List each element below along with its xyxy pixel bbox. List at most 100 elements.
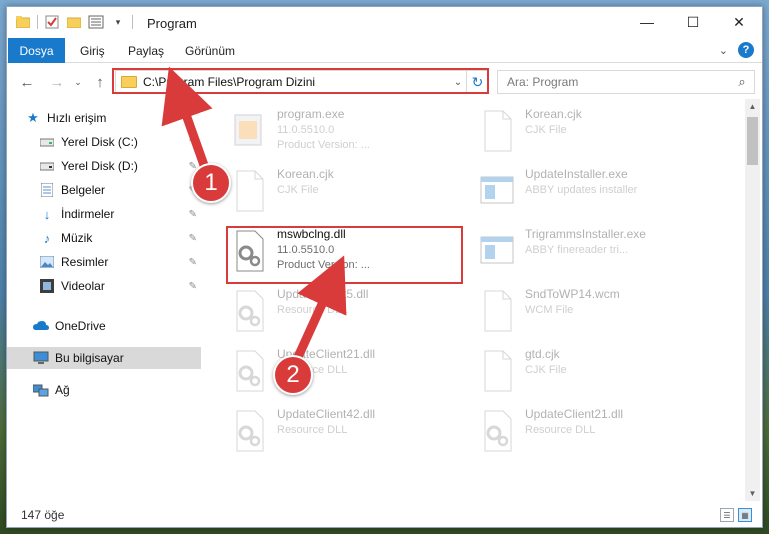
download-icon: ↓ bbox=[43, 206, 51, 222]
installer-icon bbox=[480, 176, 514, 204]
search-input[interactable] bbox=[507, 75, 730, 89]
sidebar-item-label: Belgeler bbox=[61, 183, 106, 197]
tab-file[interactable]: Dosya bbox=[8, 38, 65, 63]
scroll-down-arrow-icon[interactable]: ▼ bbox=[745, 486, 760, 501]
file-item-updateclient42-dll[interactable]: UpdateClient42.dll Resource DLL bbox=[221, 405, 457, 461]
qat-separator-2 bbox=[132, 15, 133, 29]
pin-icon[interactable]: ✎ bbox=[189, 233, 197, 244]
network-icon bbox=[33, 382, 49, 398]
computer-icon bbox=[33, 350, 49, 366]
file-item-korean-cjk[interactable]: Korean.cjk CJK File bbox=[469, 105, 705, 161]
vertical-scrollbar[interactable]: ▲ ▼ bbox=[745, 99, 760, 501]
recent-locations-chevron-icon[interactable]: ⌄ bbox=[67, 71, 89, 93]
sidebar-item-label: Videolar bbox=[61, 279, 105, 293]
sidebar-item-downloads[interactable]: ↓ İndirmeler ✎ bbox=[7, 203, 201, 225]
videos-icon bbox=[39, 278, 55, 294]
pin-icon[interactable]: ✎ bbox=[189, 137, 197, 148]
exe-icon bbox=[234, 114, 262, 146]
sidebar-item-quick-access[interactable]: ★ Hızlı erişim bbox=[7, 107, 201, 129]
dll-gear-icon bbox=[236, 350, 264, 392]
sidebar-item-videos[interactable]: Videolar ✎ bbox=[7, 275, 201, 297]
file-description: Resource DLL bbox=[277, 424, 348, 436]
pin-icon[interactable]: ✎ bbox=[189, 209, 197, 220]
cloud-icon bbox=[33, 318, 49, 334]
file-item-korean-cjk-2[interactable]: Korean.cjk CJK File bbox=[221, 165, 457, 221]
file-item-gtd-cjk[interactable]: gtd.cjk CJK File bbox=[469, 345, 705, 401]
address-highlight-box bbox=[112, 68, 489, 94]
search-box[interactable]: ⌕ bbox=[497, 70, 755, 94]
file-type: CJK File bbox=[525, 364, 567, 376]
drive-icon bbox=[39, 158, 55, 174]
file-name: UpdateClient21.dll bbox=[525, 407, 624, 421]
ribbon-tabs: Dosya Giriş Paylaş Görünüm ⌄ ? bbox=[7, 38, 762, 63]
view-switcher: ☰ ▦ bbox=[720, 508, 752, 522]
folder-icon[interactable] bbox=[15, 14, 31, 30]
file-item-trigrammsinstaller-exe[interactable]: TrigrammsInstaller.exe ABBY finereader t… bbox=[469, 225, 705, 281]
scroll-up-arrow-icon[interactable]: ▲ bbox=[745, 99, 760, 114]
sidebar-item-onedrive[interactable]: OneDrive bbox=[7, 315, 201, 337]
dll-gear-icon bbox=[236, 290, 264, 332]
sidebar-item-label: Müzik bbox=[61, 231, 93, 245]
expand-ribbon-chevron-icon[interactable]: ⌄ bbox=[719, 44, 728, 57]
file-item-sndtowp14-wcm[interactable]: SndToWP14.wcm WCM File bbox=[469, 285, 705, 341]
up-arrow-icon[interactable]: ↑ bbox=[89, 71, 111, 93]
sidebar-item-music[interactable]: ♪ Müzik ✎ bbox=[7, 227, 201, 249]
file-item-updateinstaller-exe[interactable]: UpdateInstaller.exe ABBY updates install… bbox=[469, 165, 705, 221]
tiles-view-icon[interactable]: ▦ bbox=[738, 508, 752, 522]
help-icon[interactable]: ? bbox=[738, 42, 754, 58]
file-description: Resource DLL bbox=[525, 424, 596, 436]
title-bar: ▾ Program — ☐ ✕ bbox=[7, 7, 762, 37]
file-highlight-box bbox=[226, 226, 463, 284]
sidebar-item-documents[interactable]: Belgeler ✎ bbox=[7, 179, 201, 201]
file-name: gtd.cjk bbox=[525, 347, 560, 361]
generic-file-icon bbox=[484, 350, 512, 392]
generic-file-icon bbox=[484, 290, 512, 332]
file-name: TrigrammsInstaller.exe bbox=[525, 227, 646, 241]
maximize-button[interactable]: ☐ bbox=[670, 7, 716, 37]
sidebar-item-local-disk-d[interactable]: Yerel Disk (D:) ✎ bbox=[7, 155, 201, 177]
sidebar-item-label: Ağ bbox=[55, 383, 70, 397]
tab-share[interactable]: Paylaş bbox=[128, 44, 164, 58]
pin-icon[interactable]: ✎ bbox=[189, 281, 197, 292]
sidebar-item-pictures[interactable]: Resimler ✎ bbox=[7, 251, 201, 273]
star-icon: ★ bbox=[27, 110, 39, 125]
tab-view[interactable]: Görünüm bbox=[185, 44, 235, 58]
step-badge-1: 1 bbox=[191, 163, 231, 203]
back-arrow-icon[interactable]: ← bbox=[16, 71, 38, 93]
file-type: CJK File bbox=[277, 184, 319, 196]
search-icon[interactable]: ⌕ bbox=[730, 74, 754, 90]
close-button[interactable]: ✕ bbox=[716, 7, 762, 37]
file-item-updateclient21-dll-2[interactable]: UpdateClient21.dll Resource DLL bbox=[469, 405, 705, 461]
file-name: UpdateClient42.dll bbox=[277, 407, 376, 421]
file-item-updateclient21-dll[interactable]: UpdateClient21.dll Resource DLL bbox=[221, 345, 457, 401]
sidebar-item-label: Resimler bbox=[61, 255, 109, 269]
file-name: SndToWP14.wcm bbox=[525, 287, 620, 301]
file-item-updateclient5-dll[interactable]: UpdateClient5.dll Resource DLL bbox=[221, 285, 457, 341]
view-options-icon[interactable] bbox=[88, 14, 104, 30]
dll-gear-icon bbox=[236, 410, 264, 452]
new-folder-icon[interactable] bbox=[66, 14, 82, 30]
details-view-icon[interactable]: ☰ bbox=[720, 508, 734, 522]
sidebar-item-label: İndirmeler bbox=[61, 207, 115, 221]
sidebar-item-network[interactable]: Ağ bbox=[7, 379, 201, 401]
customize-toolbar-chevron-icon[interactable]: ▾ bbox=[110, 14, 126, 30]
generic-file-icon bbox=[484, 110, 512, 152]
forward-arrow-icon[interactable]: → bbox=[46, 71, 68, 93]
tab-home[interactable]: Giriş bbox=[80, 44, 105, 58]
minimize-button[interactable]: — bbox=[624, 7, 670, 37]
pictures-icon bbox=[39, 254, 55, 270]
drive-icon bbox=[39, 134, 55, 150]
properties-icon[interactable] bbox=[44, 14, 60, 30]
pin-icon[interactable]: ✎ bbox=[189, 257, 197, 268]
sidebar-item-local-disk-c[interactable]: Yerel Disk (C:) ✎ bbox=[7, 131, 201, 153]
qat-separator bbox=[37, 15, 38, 29]
scrollbar-thumb[interactable] bbox=[747, 117, 758, 165]
sidebar-item-this-pc[interactable]: Bu bilgisayar bbox=[7, 347, 201, 369]
file-type: WCM File bbox=[525, 304, 574, 316]
sidebar-item-label: OneDrive bbox=[55, 319, 106, 333]
ribbon-right: ⌄ ? bbox=[719, 42, 754, 58]
documents-icon bbox=[39, 182, 55, 198]
quick-access-toolbar: ▾ bbox=[15, 14, 133, 30]
file-item-program-exe[interactable]: program.exe 11.0.5510.0 Product Version:… bbox=[221, 105, 457, 161]
file-product-version: Product Version: ... bbox=[277, 139, 370, 151]
